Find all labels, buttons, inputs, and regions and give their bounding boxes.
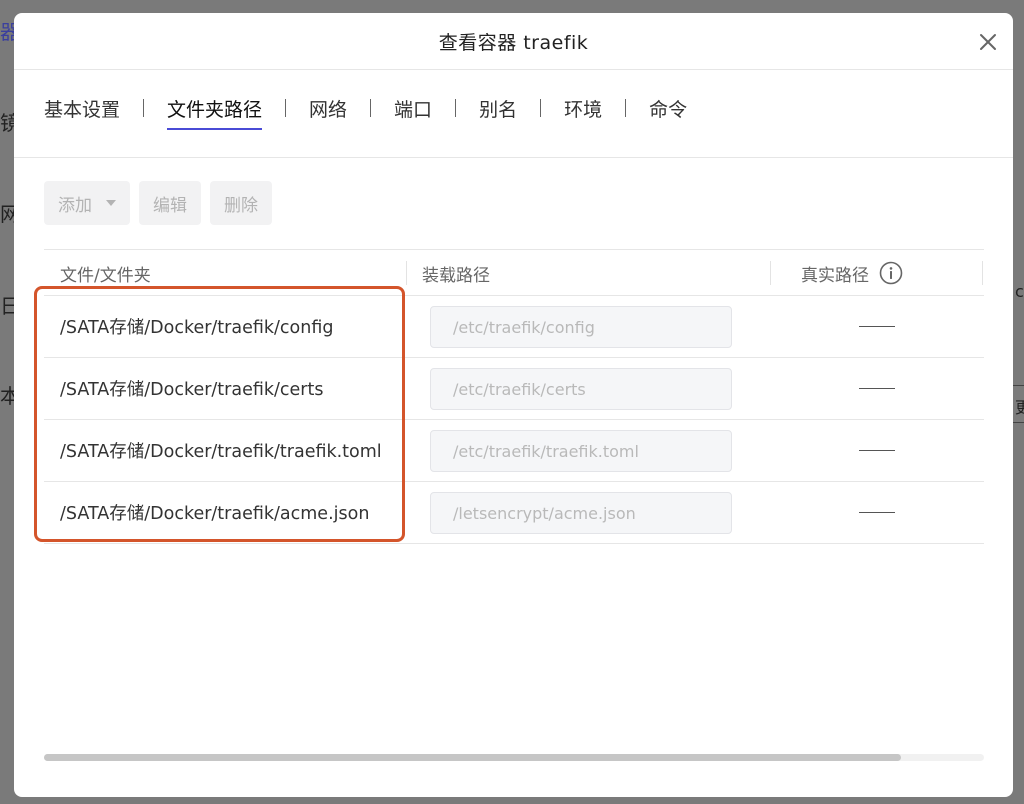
file-path-cell: /SATA存储/Docker/traefik/acme.json <box>60 504 370 524</box>
column-divider[interactable] <box>406 261 407 285</box>
edit-button[interactable]: 编辑 <box>139 181 201 225</box>
column-header-real: 真实路径 <box>801 250 903 296</box>
real-path-empty <box>859 388 895 389</box>
table-header: 文件/文件夹 装载路径 真实路径 <box>44 249 984 296</box>
tab-bar: 基本设置 文件夹路径 网络 端口 别名 环境 命令 <box>44 95 687 139</box>
horizontal-scrollbar[interactable] <box>44 754 984 761</box>
column-header-file-label: 文件/文件夹 <box>60 265 151 286</box>
tab-folder-paths[interactable]: 文件夹路径 <box>167 95 263 130</box>
folder-path-table: 文件/文件夹 装载路径 真实路径 /SATA存储/Docker/traefik/… <box>44 249 984 544</box>
real-path-empty <box>859 512 895 513</box>
add-button[interactable]: 添加 <box>44 181 130 225</box>
tab-ports[interactable]: 端口 <box>394 95 432 130</box>
mount-path-input[interactable] <box>430 368 732 410</box>
real-path-empty <box>859 326 895 327</box>
dialog-header: 查看容器 traefik <box>14 13 1013 70</box>
tab-separator <box>143 99 145 117</box>
close-icon[interactable] <box>977 31 999 53</box>
tab-basic-settings[interactable]: 基本设置 <box>44 95 120 130</box>
scrollbar-thumb[interactable] <box>44 754 901 761</box>
delete-button[interactable]: 删除 <box>210 181 272 225</box>
delete-button-label: 删除 <box>224 195 258 216</box>
tab-aliases[interactable]: 别名 <box>479 95 517 130</box>
tab-command[interactable]: 命令 <box>649 95 687 130</box>
mount-path-input[interactable] <box>430 430 732 472</box>
mount-path-input[interactable] <box>430 306 732 348</box>
view-container-dialog: 查看容器 traefik 基本设置 文件夹路径 网络 端口 别名 环境 命令 添… <box>14 13 1013 797</box>
info-icon[interactable] <box>879 261 903 285</box>
tab-separator <box>285 99 287 117</box>
table-row[interactable]: /SATA存储/Docker/traefik/config <box>44 296 984 358</box>
column-header-mount-label: 装载路径 <box>422 265 490 286</box>
tab-separator <box>625 99 627 117</box>
tab-separator <box>540 99 542 117</box>
dialog-title: 查看容器 traefik <box>438 31 589 54</box>
file-path-cell: /SATA存储/Docker/traefik/traefik.toml <box>60 442 382 462</box>
background-text: 更 <box>1015 398 1024 417</box>
tab-environment[interactable]: 环境 <box>564 95 602 130</box>
mount-path-input[interactable] <box>430 492 732 534</box>
real-path-empty <box>859 450 895 451</box>
add-button-label: 添加 <box>58 195 92 216</box>
tabs-divider <box>14 157 1013 158</box>
tab-separator <box>370 99 372 117</box>
toolbar: 添加 编辑 删除 <box>44 181 272 225</box>
column-header-file: 文件/文件夹 <box>60 250 151 296</box>
edit-button-label: 编辑 <box>153 195 187 216</box>
table-row[interactable]: /SATA存储/Docker/traefik/certs <box>44 358 984 420</box>
file-path-cell: /SATA存储/Docker/traefik/certs <box>60 380 324 400</box>
tab-network[interactable]: 网络 <box>309 95 347 130</box>
table-row[interactable]: /SATA存储/Docker/traefik/acme.json <box>44 482 984 544</box>
tab-separator <box>455 99 457 117</box>
column-header-mount: 装载路径 <box>422 250 490 296</box>
caret-down-icon <box>106 200 116 206</box>
column-divider[interactable] <box>770 261 771 285</box>
background-text: cl <box>1015 282 1024 301</box>
file-path-cell: /SATA存储/Docker/traefik/config <box>60 318 334 338</box>
table-row[interactable]: /SATA存储/Docker/traefik/traefik.toml <box>44 420 984 482</box>
column-header-real-label: 真实路径 <box>801 265 869 286</box>
column-divider[interactable] <box>982 261 983 285</box>
